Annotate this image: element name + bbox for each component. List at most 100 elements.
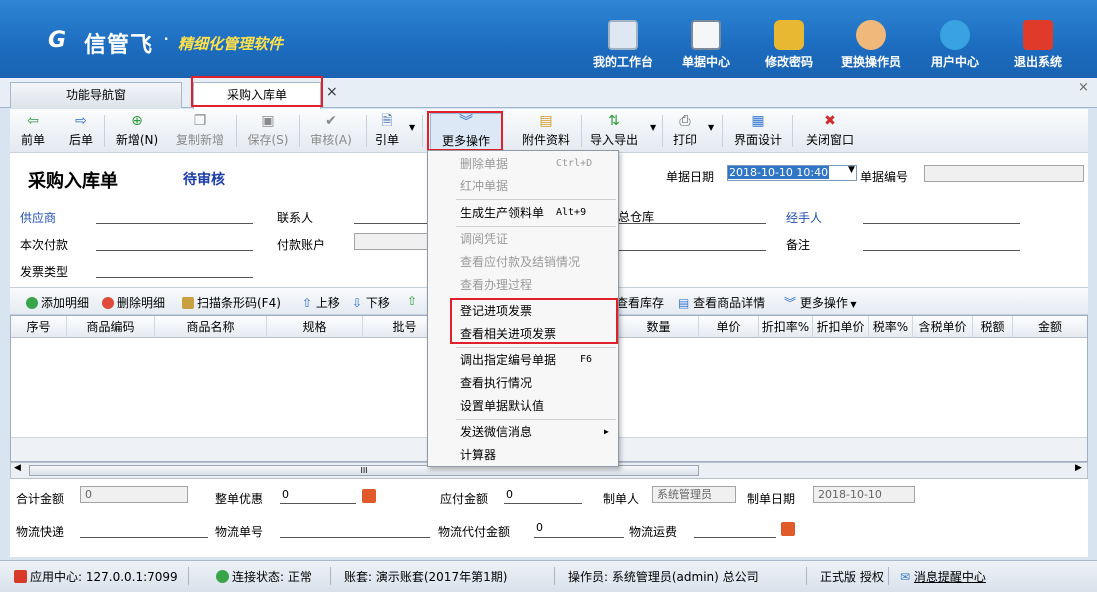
menu-item-wechat[interactable]: 发送微信消息 ▶ [428,421,618,443]
window-close-icon[interactable]: × [1078,80,1089,95]
contact-input[interactable] [354,223,434,224]
audit-button[interactable]: ✔ 审核(A) [306,113,356,151]
number-field[interactable] [924,165,1084,182]
discount-value[interactable]: 0 [282,488,289,501]
menu-item-process[interactable]: 查看办理过程 [428,274,618,296]
tab-function-nav[interactable]: 功能导航窗 [10,82,182,108]
connection-text: 连接状态: 正常 [232,570,312,584]
date-field[interactable]: 2018-10-10 10:40 [727,165,857,181]
import-export-button[interactable]: ⇅ 导入导出 [586,113,642,151]
nav-exit-system[interactable]: 退出系统 [1008,20,1068,76]
cod-input[interactable] [534,537,624,538]
express-input[interactable] [80,537,208,538]
view-product-button[interactable]: ▤ 查看商品详情 [678,294,765,311]
account-status: 账套: 演示账套(2017年第1期) [344,570,508,584]
menu-item-calculator[interactable]: 计算器 [428,444,618,466]
toolbar-divider [581,115,582,147]
nav-document-center[interactable]: 单据中心 [674,20,738,76]
add-detail-button[interactable]: 添加明细 [26,294,89,311]
menu-item-payables[interactable]: 查看应付款及结销情况 [428,251,618,273]
save-button[interactable]: ▣ 保存(S) [243,113,293,151]
edit-discount-icon[interactable] [362,489,376,503]
ui-design-button[interactable]: ▦ 界面设计 [730,113,786,151]
print-button[interactable]: ⎙ 打印 [670,113,700,151]
column-header[interactable]: 折扣率% [759,316,813,338]
cod-value[interactable]: 0 [536,521,543,534]
nav-user-center[interactable]: 用户中心 [924,20,986,76]
column-header[interactable]: 税额 [973,316,1013,338]
move-down-label: 下移 [365,296,390,310]
copy-add-button[interactable]: ❐ 复制新增 [172,113,228,151]
app-center-text: 应用中心: 127.0.0.1:7099 [30,570,178,584]
menu-item-delete[interactable]: 删除单据 Ctrl+D [428,153,618,175]
logistics-no-input[interactable] [280,537,430,538]
supplier-label[interactable]: 供应商 [20,209,56,226]
attachments-button[interactable]: ▤ 附件资料 [515,113,577,151]
view-product-label: 查看商品详情 [693,296,766,310]
view-stock-button[interactable]: 查看库存 [616,294,664,311]
scroll-right-icon[interactable]: ▶ [1075,463,1082,473]
maker-label: 制单人 [603,492,640,506]
column-header[interactable]: 单价 [699,316,759,338]
tab-close-icon[interactable]: × [326,84,338,100]
add-button[interactable]: ⊕ 新增(N) [112,113,162,151]
column-header[interactable]: 税率% [869,316,913,338]
handler-label[interactable]: 经手人 [786,209,822,226]
move-up-button[interactable]: ⇧ 上移 [302,294,340,311]
sort-icon[interactable]: ⇧ [407,294,417,308]
menu-item-voucher[interactable]: 调阅凭证 [428,228,618,250]
delete-icon [102,297,114,309]
status-badge: 待审核 [183,172,225,188]
column-header[interactable]: 含税单价 [913,316,973,338]
edit-freight-icon[interactable] [781,522,795,536]
handler-input[interactable] [863,223,1020,224]
column-header[interactable]: 数量 [619,316,699,338]
chevron-down-icon[interactable]: ▼ [409,123,415,132]
nav-my-workbench[interactable]: 我的工作台 [588,20,658,76]
import-export-label: 导入导出 [589,133,638,147]
column-header[interactable]: 商品编码 [67,316,155,338]
freight-input[interactable] [694,537,776,538]
supplier-input[interactable] [96,223,253,224]
prev-button[interactable]: ⇦ 前单 [18,113,48,151]
status-divider [554,567,555,585]
attachments-label: 附件资料 [521,133,570,147]
reference-button[interactable]: 🗎 引单 [372,113,402,151]
chevron-down-icon[interactable]: ▼ [708,123,714,132]
column-header[interactable]: 规格 [267,316,363,338]
menu-item-label: 生成生产领料单 [460,206,545,220]
payment-input[interactable] [96,250,253,251]
status-divider [888,567,889,585]
move-down-button[interactable]: ⇩ 下移 [352,294,390,311]
scroll-left-icon[interactable]: ◀ [14,463,21,473]
menu-item-reverse[interactable]: 红冲单据 [428,175,618,197]
warehouse-input[interactable] [618,223,766,224]
grid-more-button[interactable]: ︾ 更多操作 ▼ [784,294,857,311]
menu-item-fetch-by-number[interactable]: 调出指定编号单据 F6 [428,349,618,371]
scan-barcode-button[interactable]: 扫描条形码(F4) [182,294,281,311]
nav-switch-operator[interactable]: 更换操作员 [836,20,906,76]
column-header[interactable]: 序号 [11,316,67,338]
menu-item-execution[interactable]: 查看执行情况 [428,372,618,394]
discount-input[interactable] [280,503,356,504]
double-chevron-down-icon: ︾ [784,296,800,310]
chevron-down-icon[interactable]: ▼ [650,123,656,132]
globe-icon [940,20,970,50]
delete-detail-button[interactable]: 删除明细 [102,294,165,311]
menu-item-gen-material[interactable]: 生成生产领料单 Alt+9 [428,202,618,224]
pay-account-field[interactable] [354,233,428,250]
menu-item-defaults[interactable]: 设置单据默认值 [428,395,618,417]
invoice-type-input[interactable] [96,277,253,278]
nav-change-password[interactable]: 修改密码 [758,20,820,76]
messages-link[interactable]: ✉ 消息提醒中心 [900,568,986,585]
remark-input[interactable] [863,250,1020,251]
field-underline[interactable] [618,250,766,251]
column-header[interactable]: 金额 [1013,316,1087,338]
nav-label: 退出系统 [1013,55,1062,69]
next-button[interactable]: ⇨ 后单 [66,113,96,151]
column-header[interactable]: 折扣单价 [813,316,869,338]
date-dropdown-icon[interactable]: ▼ [848,165,860,175]
close-window-button[interactable]: ✖ 关闭窗口 [800,113,860,151]
column-header[interactable]: 商品名称 [155,316,267,338]
operator-status: 操作员: 系统管理员(admin) 总公司 [568,570,759,584]
